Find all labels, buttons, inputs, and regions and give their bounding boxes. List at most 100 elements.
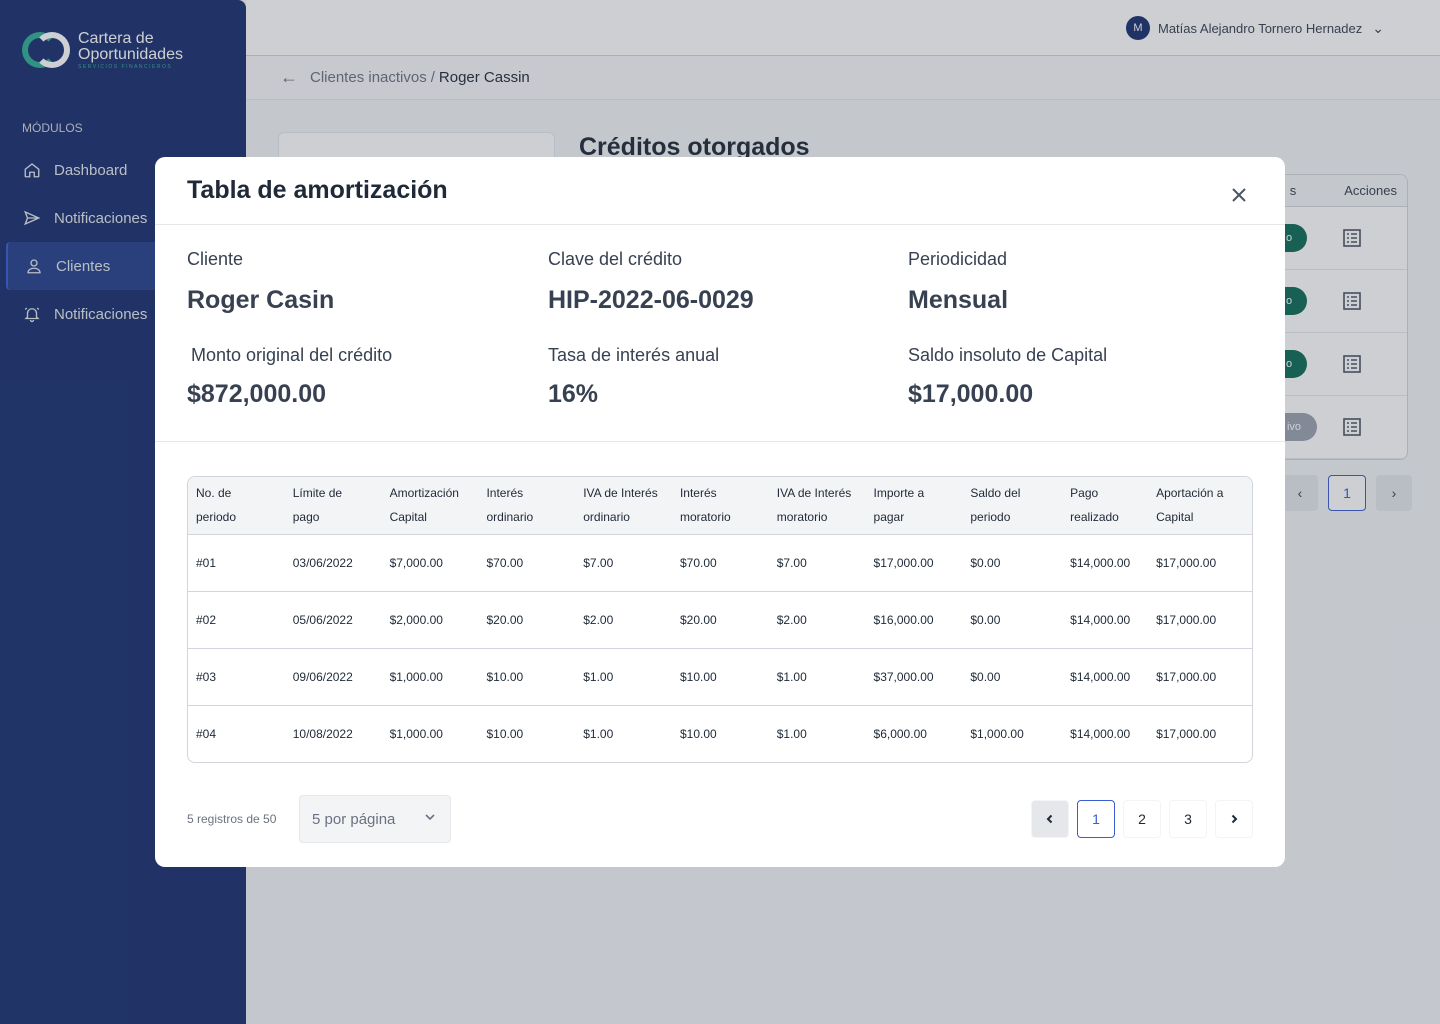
column-header: Aportación a Capital <box>1148 477 1252 535</box>
column-header-line: Capital <box>389 510 427 524</box>
client-value: Roger Casin <box>187 286 335 314</box>
table-cell: 05/06/2022 <box>284 591 382 649</box>
table-cell: $0.00 <box>962 591 1063 649</box>
balance-label: Saldo insoluto de Capital <box>908 345 1108 365</box>
column-header: Interés ordinario <box>478 477 576 535</box>
interest-rate-value: 16% <box>548 380 599 408</box>
table-row: #04 10/08/2022 $1,000.00 $10.00 $1.00 $10.00 $… <box>188 705 1252 762</box>
table-cell: #04 <box>196 726 217 741</box>
column-header: IVA de Interés moratorio <box>768 477 866 535</box>
original-amount-label: Monto original del crédito <box>191 345 393 365</box>
prev-page-button[interactable] <box>1031 800 1069 838</box>
table-cell: $70.00 <box>671 534 769 592</box>
column-header: Límite de pago <box>284 477 382 535</box>
column-header-line: Pago <box>1070 486 1099 500</box>
table-cell: $14,000.00 <box>1062 534 1149 592</box>
table-cell: $1.00 <box>575 648 672 706</box>
table-cell: $1,000.00 <box>970 726 1024 741</box>
table-cell: $10.00 <box>679 726 717 741</box>
column-header: Saldo del periodo <box>962 477 1063 535</box>
table-cell: $1.00 <box>583 726 614 741</box>
credit-key-value: HIP-2022-06-0029 <box>548 286 754 314</box>
column-header-line: pago <box>292 510 320 524</box>
table-cell: #02 <box>188 591 285 649</box>
periodicity-value: Mensual <box>908 286 1009 314</box>
modal-title: Tabla de amortización <box>187 176 448 204</box>
credit-key-label: Clave del crédito <box>548 249 683 269</box>
table-cell: $17,000.00 <box>1148 534 1252 592</box>
column-header-line: Aportación a <box>1156 486 1224 500</box>
column-header-line: IVA de Interés <box>583 486 658 500</box>
table-cell: $2.00 <box>575 591 672 649</box>
column-header-line: periodo <box>970 510 1011 524</box>
next-page-button[interactable] <box>1215 800 1253 838</box>
table-cell: $7.00 <box>575 534 672 592</box>
table-row: #01 03/06/2022 $7,000.00 $70.00 $7.00 $70.00 $… <box>188 534 1252 592</box>
column-header-line: moratorio <box>776 510 828 524</box>
page-button-1[interactable]: 1 <box>1077 800 1115 838</box>
table-cell: $0.00 <box>962 534 1063 592</box>
column-header-line: Importe a <box>873 486 925 500</box>
table-cell: #01 <box>188 534 285 592</box>
column-header-line: IVA de Interés <box>776 486 852 500</box>
table-row: #02 05/06/2022 $2,000.00 $20.00 $2.00 $20.00 $… <box>188 591 1252 649</box>
column-header-line: periodo <box>196 510 237 524</box>
table-cell: $1.00 <box>776 726 807 741</box>
column-header-line: Saldo del <box>970 486 1021 500</box>
table-cell: $14,000.00 <box>1070 726 1131 741</box>
table-cell: $16,000.00 <box>865 591 963 649</box>
table-cell: $1.00 <box>768 648 866 706</box>
table-cell: $17,000.00 <box>865 534 963 592</box>
table-cell: $20.00 <box>671 591 769 649</box>
table-cell: 09/06/2022 <box>284 648 382 706</box>
column-header-line: Capital <box>1156 510 1194 524</box>
chevron-down-icon <box>424 810 436 827</box>
per-page-select[interactable]: 5 por página <box>299 795 451 843</box>
table-cell: $10.00 <box>671 648 769 706</box>
column-header-line: ordinario <box>486 510 534 524</box>
original-amount-value: $872,000.00 <box>187 380 327 408</box>
table-cell: $2,000.00 <box>381 591 479 649</box>
table-cell: $14,000.00 <box>1062 648 1149 706</box>
table-cell: $10.00 <box>478 648 576 706</box>
column-header: Interés moratorio <box>671 477 769 535</box>
column-header-line: Amortización <box>389 486 459 500</box>
column-header-line: ordinario <box>583 510 630 524</box>
page-button-3[interactable]: 3 <box>1169 800 1207 838</box>
amortization-modal: Tabla de amortización Cliente Roger Casi… <box>155 157 1285 867</box>
page-button-2[interactable]: 2 <box>1123 800 1161 838</box>
column-header: IVA de Interés ordinario <box>575 477 672 535</box>
close-icon[interactable] <box>1229 185 1249 205</box>
column-header: No. de periodo <box>188 477 285 535</box>
table-cell: 10/08/2022 <box>292 726 353 741</box>
credit-info: Cliente Roger Casin Clave del crédito HI… <box>187 249 1257 419</box>
table-header-row: No. de periodo Límite de pago Amortización Ca… <box>188 477 1252 535</box>
table-cell: $37,000.00 <box>865 648 963 706</box>
table-cell: $10.00 <box>486 726 524 741</box>
table-cell: $20.00 <box>478 591 576 649</box>
pagination: 1 2 3 <box>1031 800 1253 838</box>
table-cell: $17,000.00 <box>1148 591 1252 649</box>
column-header-line: Interés <box>679 486 717 500</box>
table-cell: $70.00 <box>478 534 576 592</box>
table-footer: 5 registros de 50 5 por página 1 2 3 <box>187 795 1253 843</box>
table-cell: $17,000.00 <box>1156 726 1217 741</box>
table-cell: $14,000.00 <box>1062 591 1149 649</box>
table-cell: $1,000.00 <box>389 726 443 741</box>
table-body: #01 03/06/2022 $7,000.00 $70.00 $7.00 $70.00 $… <box>188 534 1252 762</box>
periodicity-label: Periodicidad <box>908 249 1008 269</box>
column-header-line: Límite de <box>292 486 343 500</box>
column-header: Amortización Capital <box>381 477 479 535</box>
table-cell: #03 <box>188 648 285 706</box>
table-cell: $7.00 <box>768 534 866 592</box>
balance-value: $17,000.00 <box>908 380 1034 408</box>
chevron-right-icon <box>1231 814 1238 824</box>
table-cell: $6,000.00 <box>873 726 927 741</box>
column-header-line: No. de <box>196 486 232 500</box>
table-cell: 03/06/2022 <box>284 534 382 592</box>
interest-rate-label: Tasa de interés anual <box>548 345 720 365</box>
records-count: 5 registros de 50 <box>187 812 277 826</box>
amortization-table: No. de periodo Límite de pago Amortización Ca… <box>187 476 1253 763</box>
table-row: #03 09/06/2022 $1,000.00 $10.00 $1.00 $10.00 $… <box>188 648 1252 706</box>
client-label: Cliente <box>187 249 244 269</box>
